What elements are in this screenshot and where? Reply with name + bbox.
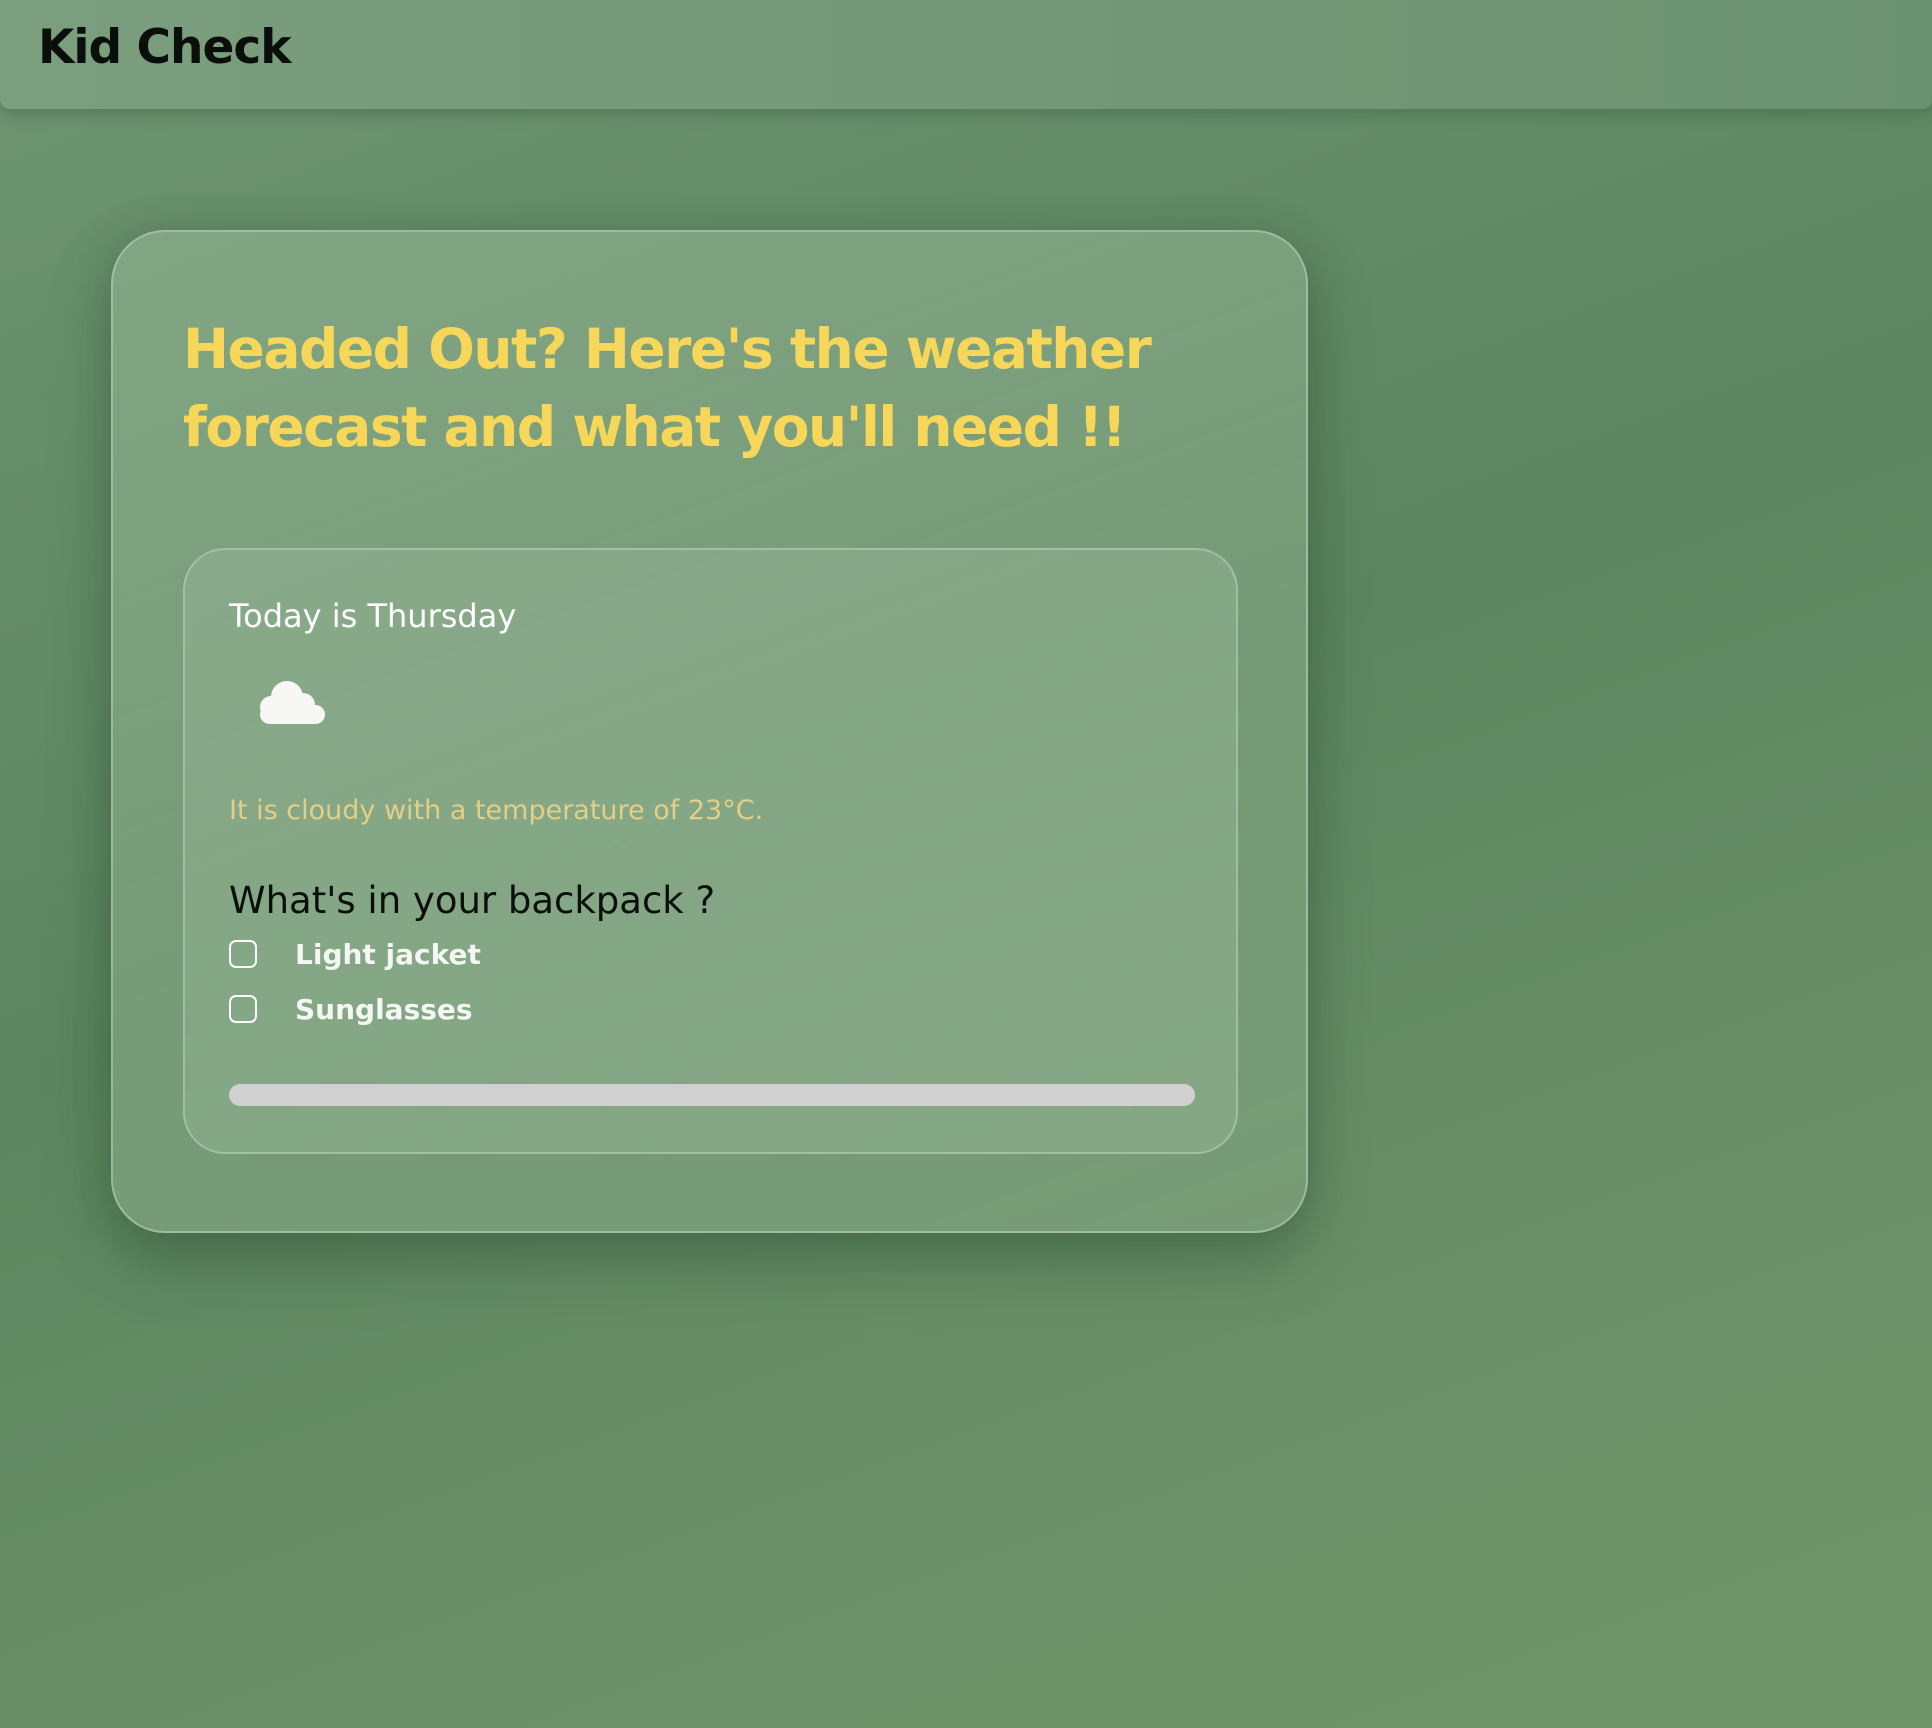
backpack-heading: What's in your backpack ? [229, 879, 716, 922]
checklist-item-light-jacket[interactable]: Light jacket [229, 934, 481, 974]
cloud-icon [260, 681, 325, 724]
sunglasses-label[interactable]: Sunglasses [295, 993, 473, 1026]
forecast-panel: Today is Thursday It is cloudy with a te… [183, 548, 1238, 1154]
checklist-item-sunglasses[interactable]: Sunglasses [229, 989, 473, 1029]
app-title: Kid Check [38, 20, 291, 75]
light-jacket-checkbox[interactable] [229, 940, 257, 968]
sunglasses-checkbox[interactable] [229, 995, 257, 1023]
light-jacket-label[interactable]: Light jacket [295, 938, 481, 971]
packing-progress-bar [229, 1084, 1195, 1106]
app-header: Kid Check [0, 0, 1932, 109]
weather-card: Headed Out? Here's the weather forecast … [111, 230, 1308, 1233]
card-heading: Headed Out? Here's the weather forecast … [183, 317, 1152, 459]
weather-description: It is cloudy with a temperature of 23°C. [229, 795, 764, 826]
day-text: Today is Thursday [229, 597, 517, 635]
